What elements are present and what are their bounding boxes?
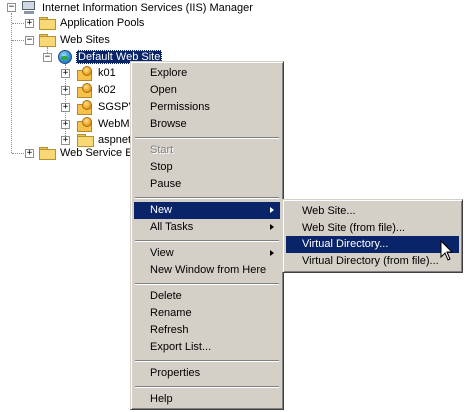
submenu-arrow-icon <box>270 207 274 213</box>
submenu-arrow-icon <box>270 224 274 230</box>
submenu-item-web-site[interactable]: Web Site... <box>286 203 459 220</box>
folder-icon <box>39 17 56 30</box>
folder-icon <box>39 34 56 47</box>
collapse-default-web-site-toggle[interactable]: − <box>43 53 52 62</box>
virtual-directory-icon <box>77 66 93 81</box>
menu-item-browse[interactable]: Browse <box>134 116 280 133</box>
globe-icon <box>58 50 72 64</box>
expand-application-pools-toggle[interactable]: + <box>25 19 34 28</box>
tree-node-iis-manager[interactable]: Internet Information Services (IIS) Mana… <box>42 1 253 15</box>
menu-item-help[interactable]: Help <box>134 391 280 408</box>
menu-item-new-label: New <box>150 204 173 216</box>
menu-item-all-tasks[interactable]: All Tasks <box>134 219 280 236</box>
menu-separator <box>135 360 279 362</box>
folder-icon <box>77 134 94 147</box>
submenu-arrow-icon <box>270 250 274 256</box>
expand-aspnet-toggle[interactable]: + <box>61 136 70 145</box>
menu-separator <box>135 240 279 242</box>
menu-separator <box>135 197 279 199</box>
tree-node-k02[interactable]: k02 <box>98 83 116 97</box>
menu-item-view-label: View <box>150 247 174 259</box>
virtual-directory-icon <box>77 100 93 115</box>
tree-node-webm[interactable]: WebM <box>98 117 130 131</box>
virtual-directory-icon <box>77 83 93 98</box>
menu-item-all-tasks-label: All Tasks <box>150 221 194 233</box>
tree-node-web-sites[interactable]: Web Sites <box>60 33 110 47</box>
context-menu: Explore Open Permissions Browse Start St… <box>130 61 284 410</box>
menu-item-refresh[interactable]: Refresh <box>134 322 280 339</box>
menu-separator <box>135 386 279 388</box>
menu-item-start: Start <box>150 144 174 156</box>
tree-line <box>11 13 13 153</box>
expand-sgspv-toggle[interactable]: + <box>61 103 70 112</box>
tree-line <box>12 23 26 25</box>
tree-node-web-service-extensions[interactable]: Web Service E <box>60 146 133 160</box>
submenu-item-web-site-from-file[interactable]: Web Site (from file)... <box>286 220 459 237</box>
tree-line <box>12 153 26 155</box>
virtual-directory-icon <box>77 117 93 132</box>
collapse-web-sites-toggle[interactable]: − <box>25 36 34 45</box>
expand-k01-toggle[interactable]: + <box>61 69 70 78</box>
menu-item-export-list[interactable]: Export List... <box>134 339 280 356</box>
menu-separator <box>135 137 279 139</box>
expand-web-service-extensions-toggle[interactable]: + <box>25 149 34 158</box>
menu-separator <box>135 283 279 285</box>
menu-item-new[interactable]: New <box>134 202 280 219</box>
tree-node-aspnet[interactable]: aspnet <box>98 133 131 147</box>
menu-item-explore[interactable]: Explore <box>134 65 280 82</box>
menu-item-open[interactable]: Open <box>134 82 280 99</box>
new-submenu: Web Site... Web Site (from file)... Virt… <box>282 199 463 273</box>
menu-item-view[interactable]: View <box>134 245 280 262</box>
menu-item-delete[interactable]: Delete <box>134 288 280 305</box>
menu-item-stop[interactable]: Stop <box>134 159 280 176</box>
computer-icon <box>21 1 37 15</box>
mouse-cursor-icon <box>440 240 454 261</box>
menu-item-rename[interactable]: Rename <box>134 305 280 322</box>
collapse-root-toggle[interactable]: − <box>7 3 16 12</box>
submenu-item-virtual-directory-from-file[interactable]: Virtual Directory (from file)... <box>286 253 459 270</box>
expand-k02-toggle[interactable]: + <box>61 86 70 95</box>
tree-node-application-pools[interactable]: Application Pools <box>60 16 144 30</box>
menu-item-new-window[interactable]: New Window from Here <box>134 262 280 279</box>
expand-webm-toggle[interactable]: + <box>61 120 70 129</box>
tree-line <box>12 40 26 42</box>
menu-item-properties[interactable]: Properties <box>134 365 280 382</box>
menu-item-pause[interactable]: Pause <box>134 176 280 193</box>
menu-item-permissions[interactable]: Permissions <box>134 99 280 116</box>
submenu-item-virtual-directory[interactable]: Virtual Directory... <box>286 236 459 253</box>
tree-node-k01[interactable]: k01 <box>98 66 116 80</box>
folder-icon <box>39 147 56 160</box>
